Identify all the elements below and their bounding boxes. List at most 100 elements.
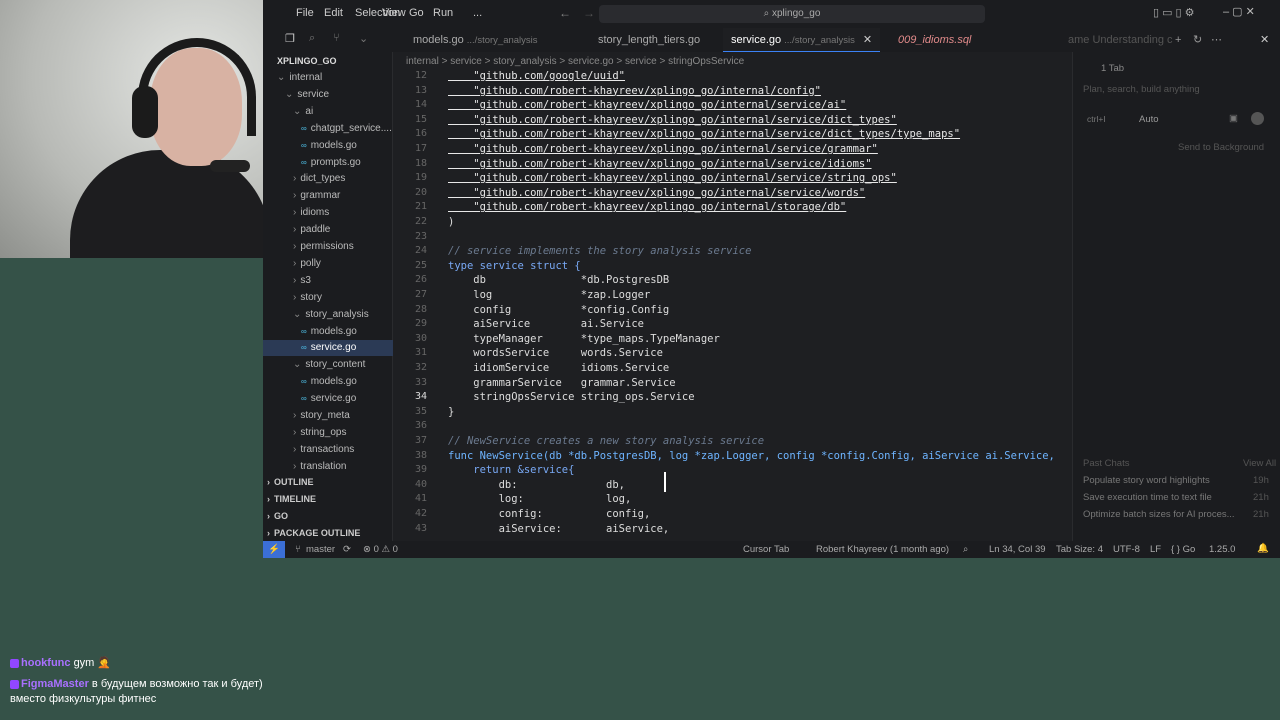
tree-item[interactable]: › grammar xyxy=(293,188,340,204)
forward-arrow-icon[interactable]: → xyxy=(583,6,595,20)
tab-size[interactable]: Tab Size: 4 xyxy=(1056,544,1103,555)
history-icon[interactable]: ↻ xyxy=(1193,28,1202,52)
tree-item[interactable]: ∞ service.go xyxy=(263,340,393,357)
code-line[interactable]: db: db, xyxy=(448,478,625,493)
tree-item[interactable]: ∞ models.go xyxy=(301,138,357,154)
section-timeline[interactable]: › TIMELINE xyxy=(267,494,316,504)
code-line[interactable]: "github.com/robert-khayreev/xplingo_go/i… xyxy=(448,127,960,142)
layout-icons[interactable]: ▯ ▭ ▯ ⚙ xyxy=(1153,6,1195,19)
blame-info[interactable]: Robert Khayreev (1 month ago) xyxy=(816,544,949,555)
tree-item[interactable]: ∞ prompts.go xyxy=(301,155,361,171)
tab-models-go[interactable]: models.go .../story_analysis xyxy=(413,28,538,52)
back-arrow-icon[interactable]: ← xyxy=(559,6,571,20)
tab-service-go[interactable]: service.go .../story_analysis ✕ xyxy=(723,28,881,52)
code-line[interactable]: stringOpsService string_ops.Service xyxy=(448,390,694,405)
code-editor[interactable]: internal > service > story_analysis > se… xyxy=(394,52,1072,541)
problems-count[interactable]: ⊗ 0 ⚠ 0 xyxy=(363,544,398,555)
zoom-icon[interactable]: ⌕ xyxy=(963,544,968,555)
chat-username[interactable]: hookfunc xyxy=(21,657,71,669)
code-line[interactable]: config: config, xyxy=(448,507,651,522)
encoding[interactable]: UTF-8 xyxy=(1113,544,1140,555)
tree-item[interactable]: › permissions xyxy=(293,239,354,255)
menu-item-view[interactable]: View xyxy=(382,7,406,19)
line-ending[interactable]: LF xyxy=(1150,544,1161,555)
bell-icon[interactable]: 🔔 xyxy=(1257,543,1269,554)
model-selector[interactable]: Auto xyxy=(1139,114,1159,125)
code-line[interactable]: func NewService(db *db.PostgresDB, log *… xyxy=(448,449,1055,464)
tree-item[interactable]: › paddle xyxy=(293,222,330,238)
code-line[interactable]: "github.com/google/uuid" xyxy=(448,69,625,84)
close-panel-icon[interactable]: ✕ xyxy=(1260,28,1269,52)
menu-item-file[interactable]: File xyxy=(296,7,314,19)
code-line[interactable]: ) xyxy=(448,215,454,230)
command-search[interactable]: ⌕ xplingo_go xyxy=(599,5,985,23)
remote-icon[interactable]: ⚡ xyxy=(263,541,285,558)
code-line[interactable]: grammarService grammar.Service xyxy=(448,376,675,391)
code-line[interactable]: "github.com/robert-khayreev/xplingo_go/i… xyxy=(448,98,846,113)
tree-item[interactable]: › s3 xyxy=(293,273,311,289)
code-line[interactable]: "github.com/robert-khayreev/xplingo_go/i… xyxy=(448,113,897,128)
sync-icon[interactable]: ⟳ xyxy=(343,544,351,555)
tree-item[interactable]: › idioms xyxy=(293,205,329,221)
chat-username[interactable]: FigmaMaster xyxy=(21,678,89,690)
tree-item[interactable]: ⌄ story_analysis xyxy=(293,307,369,323)
tree-item[interactable]: › translation xyxy=(293,459,346,475)
tree-item[interactable]: ∞ chatgpt_service.... xyxy=(301,121,392,137)
code-line[interactable]: "github.com/robert-khayreev/xplingo_go/i… xyxy=(448,157,871,172)
cursor-position[interactable]: Ln 34, Col 39 xyxy=(989,544,1046,555)
tree-item[interactable]: ⌄ story_content xyxy=(293,357,365,373)
code-line[interactable]: "github.com/robert-khayreev/xplingo_go/i… xyxy=(448,186,865,201)
code-line[interactable]: wordsService words.Service xyxy=(448,346,663,361)
tree-item[interactable]: ∞ service.go xyxy=(301,391,356,407)
image-icon[interactable]: ▣ xyxy=(1229,113,1238,124)
send-background-button[interactable]: Send to Background xyxy=(1178,142,1264,153)
menu-item-moremoremore[interactable]: ... xyxy=(473,7,482,19)
code-line[interactable]: return &service{ xyxy=(448,463,574,478)
code-line[interactable]: aiService ai.Service xyxy=(448,317,644,332)
mode-selector[interactable]: ctrl+I xyxy=(1087,114,1106,124)
cursor-tab-status[interactable]: Cursor Tab xyxy=(743,544,789,555)
code-line[interactable]: "github.com/robert-khayreev/xplingo_go/i… xyxy=(448,142,878,157)
menu-item-edit[interactable]: Edit xyxy=(324,7,343,19)
code-line[interactable]: idiomService idioms.Service xyxy=(448,361,669,376)
tree-item[interactable]: › story xyxy=(293,290,322,306)
explorer-icon[interactable]: ❐ xyxy=(285,32,295,45)
section-outline[interactable]: › OUTLINE xyxy=(267,477,314,487)
chat-input[interactable]: Plan, search, build anything xyxy=(1083,84,1200,95)
code-line[interactable]: db *db.PostgresDB xyxy=(448,273,669,288)
menu-item-go[interactable]: Go xyxy=(409,7,424,19)
code-line[interactable]: // service implements the story analysis… xyxy=(448,244,751,259)
past-chat-item[interactable]: Save execution time to text file xyxy=(1083,492,1212,503)
tree-item[interactable]: ⌄ internal xyxy=(277,70,322,86)
tree-item[interactable]: ⌄ ai xyxy=(293,104,313,120)
tree-item[interactable]: ⌄ service xyxy=(285,87,329,103)
past-chat-item[interactable]: Populate story word highlights xyxy=(1083,475,1210,486)
breadcrumb[interactable]: internal > service > story_analysis > se… xyxy=(406,56,744,67)
send-button[interactable] xyxy=(1251,112,1264,125)
view-all-link[interactable]: View All xyxy=(1243,458,1276,469)
language-mode[interactable]: { } Go xyxy=(1171,544,1195,555)
code-line[interactable]: log *zap.Logger xyxy=(448,288,650,303)
code-line[interactable]: // NewService creates a new story analys… xyxy=(448,434,764,449)
code-line[interactable]: "github.com/robert-khayreev/xplingo_go/i… xyxy=(448,171,897,186)
section-package-outline[interactable]: › PACKAGE OUTLINE xyxy=(267,528,360,538)
code-line[interactable]: aiService: aiService, xyxy=(448,522,670,537)
code-line[interactable]: type service struct { xyxy=(448,259,581,274)
chevron-down-icon[interactable]: ⌄ xyxy=(359,32,368,45)
code-line[interactable]: } xyxy=(448,405,454,420)
code-line[interactable]: log: log, xyxy=(448,492,632,507)
code-line[interactable]: "github.com/robert-khayreev/xplingo_go/i… xyxy=(448,200,846,215)
close-icon[interactable]: ✕ xyxy=(863,34,872,46)
more-icon[interactable]: ⋯ xyxy=(1211,28,1222,52)
tree-item[interactable]: › polly xyxy=(293,256,321,272)
go-version[interactable]: 1.25.0 xyxy=(1209,544,1235,555)
tree-item[interactable]: › string_ops xyxy=(293,425,346,441)
new-chat-icon[interactable]: + xyxy=(1175,28,1181,52)
tab-009_idioms-sql[interactable]: 009_idioms.sql xyxy=(898,28,971,52)
tree-item[interactable]: ∞ models.go xyxy=(301,324,357,340)
chat-tab-titles[interactable]: ame Understanding c xyxy=(1068,28,1173,52)
search-icon[interactable]: ⌕ xyxy=(309,32,315,45)
tree-item[interactable]: › dict_types xyxy=(293,171,345,187)
menu-item-run[interactable]: Run xyxy=(433,7,453,19)
code-line[interactable]: "github.com/robert-khayreev/xplingo_go/i… xyxy=(448,84,821,99)
